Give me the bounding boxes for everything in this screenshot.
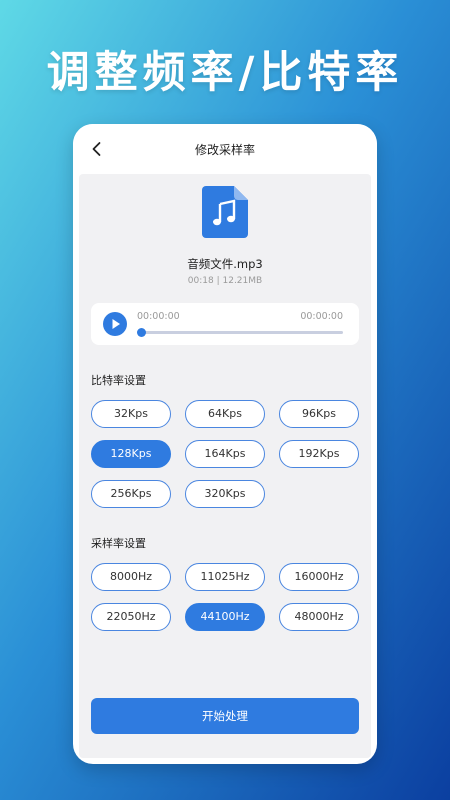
bitrate-option[interactable]: 320Kps [185, 480, 265, 508]
top-bar: 修改采样率 [73, 124, 377, 174]
play-icon [112, 319, 120, 329]
banner-title: 调整频率/比特率 [46, 48, 404, 98]
samplerate-option[interactable]: 48000Hz [279, 603, 359, 631]
total-time: 00:00:00 [300, 311, 343, 322]
file-meta: 00:18 | 12.21MB [187, 276, 263, 286]
audio-player: 00:00:00 00:00:00 [91, 303, 359, 345]
bitrate-section-label: 比特率设置 [91, 374, 146, 387]
bitrate-option[interactable]: 192Kps [279, 440, 359, 468]
start-processing-button[interactable]: 开始处理 [91, 698, 359, 734]
file-name: 音频文件.mp3 [187, 257, 263, 271]
samplerate-option-selected[interactable]: 44100Hz [185, 603, 265, 631]
bitrate-option[interactable]: 64Kps [185, 400, 265, 428]
bitrate-option[interactable]: 32Kps [91, 400, 171, 428]
bitrate-option[interactable]: 256Kps [91, 480, 171, 508]
phone-frame: 修改采样率 音频文件.mp3 00:18 | 12.21MB 00:00:00 … [73, 124, 377, 764]
samplerate-option[interactable]: 16000Hz [279, 563, 359, 591]
samplerate-option[interactable]: 8000Hz [91, 563, 171, 591]
bitrate-option[interactable]: 96Kps [279, 400, 359, 428]
music-file-icon [202, 186, 248, 238]
bitrate-option[interactable]: 164Kps [185, 440, 265, 468]
progress-slider[interactable] [137, 328, 343, 337]
samplerate-section-label: 采样率设置 [91, 537, 146, 550]
play-button[interactable] [103, 312, 127, 336]
progress-knob[interactable] [137, 328, 146, 337]
samplerate-option[interactable]: 11025Hz [185, 563, 265, 591]
current-time: 00:00:00 [137, 311, 180, 322]
page-title: 修改采样率 [194, 143, 255, 157]
content-panel: 音频文件.mp3 00:18 | 12.21MB 00:00:00 00:00:… [79, 174, 371, 758]
samplerate-option[interactable]: 22050Hz [91, 603, 171, 631]
bitrate-option-selected[interactable]: 128Kps [91, 440, 171, 468]
